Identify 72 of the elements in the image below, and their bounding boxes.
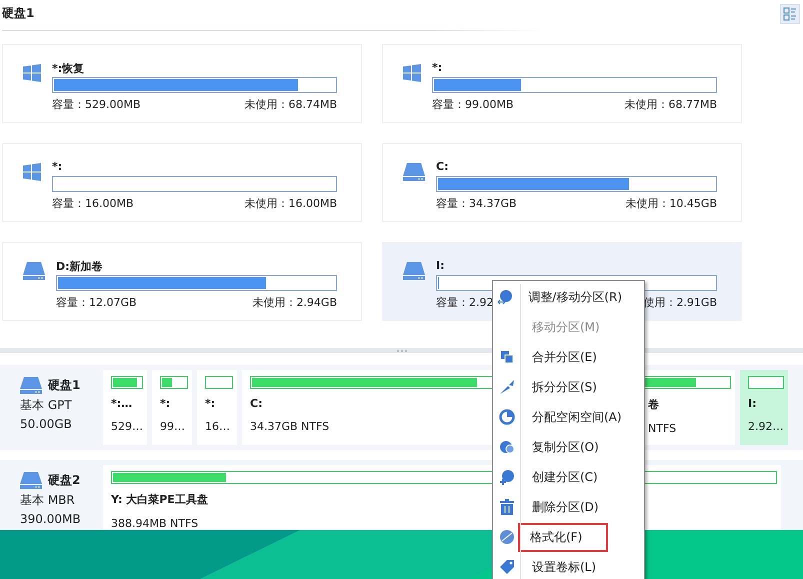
capacity-text: 容量：16.00MB xyxy=(52,196,134,211)
partition-card[interactable]: *:… 529… xyxy=(103,370,147,445)
partition-info: 2.92… xyxy=(748,420,784,433)
partition-name: *: xyxy=(205,397,216,410)
free-space-text: 未使用：68.74MB xyxy=(244,97,337,112)
windows-icon xyxy=(23,163,41,181)
partition-name: 卷 xyxy=(648,397,659,412)
volume-card[interactable]: *: 容量：99.00MB 未使用：68.77MB xyxy=(382,44,742,123)
menu-item[interactable]: 合并分区(E) xyxy=(493,342,644,372)
disk-name: 硬盘1 xyxy=(48,377,80,394)
menu-item[interactable]: 调整/移动分区(R) xyxy=(493,282,644,312)
trash-icon xyxy=(500,499,514,515)
split-icon xyxy=(498,379,514,395)
partition-bar xyxy=(111,376,143,389)
partition-name: Y: 大白菜PE工具盘 xyxy=(111,492,208,507)
partition-info: 99… xyxy=(160,420,185,433)
drive-icon xyxy=(403,163,425,181)
tag-icon xyxy=(498,559,514,575)
drive-icon xyxy=(403,262,425,280)
merge-icon xyxy=(500,350,514,364)
volume-name: D:新加卷 xyxy=(56,259,104,275)
volume-name: I: xyxy=(436,259,446,274)
volume-name: *: xyxy=(432,61,444,76)
partition-name: I: xyxy=(748,397,756,410)
partition-card[interactable]: *: 99… xyxy=(152,370,192,445)
partition-info: 388.94MB NTFS xyxy=(111,517,198,530)
partition-name: *:… xyxy=(111,397,132,410)
disk-arrows-icon xyxy=(496,289,513,305)
partition-info: NTFS xyxy=(648,422,676,435)
capacity-text: 容量：34.37GB xyxy=(436,196,517,211)
menu-item[interactable]: 删除分区(D) xyxy=(493,492,644,522)
disk-plus-icon xyxy=(498,469,514,485)
disk-type: 基本 GPT xyxy=(20,397,73,414)
volume-card[interactable]: *:恢复 容量：529.00MB 未使用：68.74MB xyxy=(2,44,362,123)
windows-icon xyxy=(23,64,41,82)
free-space-text: 未使用：16.00MB xyxy=(244,196,337,211)
capacity-text: 容量：99.00MB xyxy=(432,97,514,112)
partition-bar xyxy=(160,376,188,389)
free-space-text: 未使用：2.94GB xyxy=(252,295,337,310)
disk-name: 硬盘2 xyxy=(48,472,80,489)
pie-icon xyxy=(498,409,514,425)
windows-icon xyxy=(403,64,421,82)
disk-size: 50.00GB xyxy=(20,417,73,431)
volume-name: *: xyxy=(52,160,64,175)
volume-card[interactable]: D:新加卷 容量：12.07GB 未使用：2.94GB xyxy=(2,242,362,321)
disk-icon xyxy=(498,529,514,545)
drive-icon xyxy=(20,472,42,489)
list-view-icon[interactable] xyxy=(780,4,800,24)
capacity-text: 容量：12.07GB xyxy=(56,295,137,310)
free-space-text: 未使用：68.77MB xyxy=(624,97,717,112)
partition-info: 529… xyxy=(111,420,143,433)
drive-icon xyxy=(23,262,45,280)
partition-info: 16… xyxy=(205,420,230,433)
drive-icon xyxy=(20,377,42,394)
volume-name: C: xyxy=(436,160,450,175)
disk-type: 基本 MBR xyxy=(20,492,76,509)
capacity-text: 容量：2.92 xyxy=(436,295,494,310)
partition-card[interactable]: *: 16… xyxy=(197,370,237,445)
volume-card[interactable]: C: 容量：34.37GB 未使用：10.45GB xyxy=(382,143,742,222)
volume-card[interactable]: *: 容量：16.00MB 未使用：16.00MB xyxy=(2,143,362,222)
menu-item[interactable]: 创建分区(C) xyxy=(493,462,644,492)
disk-copy-icon xyxy=(498,439,514,455)
volume-name: *:恢复 xyxy=(52,61,86,77)
partition-card[interactable]: I: 2.92… xyxy=(740,370,788,445)
partition-info: 34.37GB NTFS xyxy=(250,420,330,433)
free-space-text: 未使用：10.45GB xyxy=(625,196,717,211)
capacity-text: 容量：529.00MB xyxy=(52,97,141,112)
disk-size: 390.00MB xyxy=(20,512,82,526)
disk-title: 硬盘1 xyxy=(2,5,34,22)
menu-item[interactable]: 设置卷标(L) xyxy=(493,552,644,579)
partition-name: C: xyxy=(250,397,262,410)
partition-name: *: xyxy=(160,397,170,410)
